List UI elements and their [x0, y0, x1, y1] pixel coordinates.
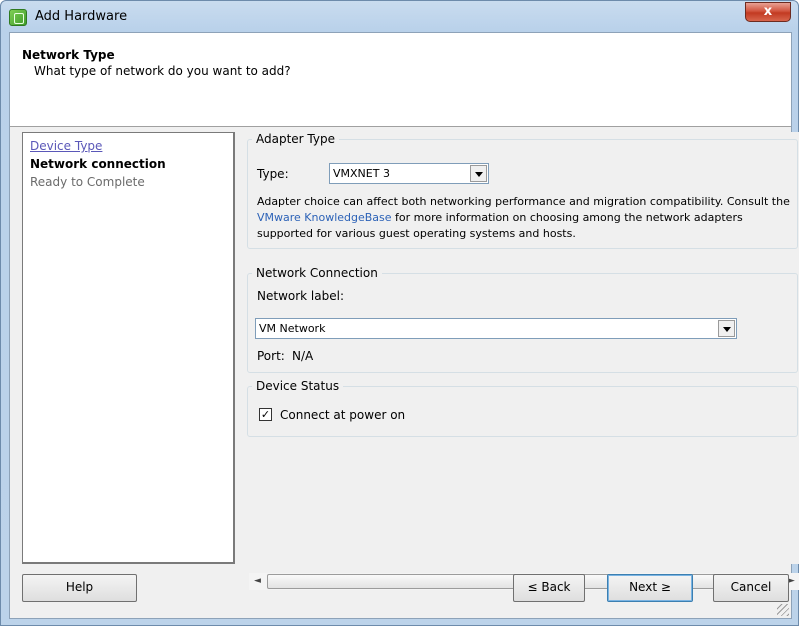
knowledgebase-link[interactable]: VMware KnowledgeBase [257, 211, 392, 224]
close-button[interactable]: x [745, 2, 791, 22]
wizard-steps-panel: Device Type Network connection Ready to … [22, 132, 235, 564]
network-label-caption: Network label: [257, 289, 344, 303]
port-value: N/A [292, 349, 314, 363]
title-bar[interactable]: Add Hardware x [1, 1, 798, 33]
adapter-description-text: Adapter choice can affect both networkin… [257, 195, 790, 208]
network-connection-group: Network Connection Network label: VM Net… [247, 266, 798, 373]
wizard-content: Adapter Type Type: VMXNET 3 Adapter choi… [241, 132, 799, 590]
chevron-down-icon[interactable] [718, 320, 735, 337]
adapter-type-group: Adapter Type Type: VMXNET 3 Adapter choi… [247, 132, 798, 249]
device-status-legend: Device Status [256, 379, 340, 393]
network-connection-legend: Network Connection [256, 266, 378, 280]
connect-at-power-on-checkbox[interactable]: ✓ [259, 408, 272, 421]
network-label-select[interactable]: VM Network [255, 318, 737, 339]
step-device-type[interactable]: Device Type [30, 139, 102, 153]
port-label: Port: [257, 349, 285, 363]
adapter-type-select[interactable]: VMXNET 3 [329, 163, 489, 184]
help-button[interactable]: Help [22, 574, 137, 602]
connect-at-power-on-label[interactable]: Connect at power on [280, 408, 405, 422]
wizard-header: Network Type What type of network do you… [10, 33, 791, 127]
resize-grip-icon[interactable] [777, 604, 789, 616]
back-button[interactable]: ≤ Back [513, 574, 585, 602]
page-subtitle: What type of network do you want to add? [34, 64, 291, 78]
step-ready-to-complete: Ready to Complete [30, 175, 145, 189]
scroll-left-icon[interactable]: ◄ [249, 573, 266, 590]
adapter-description: Adapter choice can affect both networkin… [257, 194, 797, 242]
device-status-group: Device Status ✓ Connect at power on [247, 379, 798, 437]
adapter-type-legend: Adapter Type [256, 132, 335, 146]
network-label-value: VM Network [259, 322, 326, 335]
step-network-connection: Network connection [30, 157, 166, 171]
type-label: Type: [257, 167, 289, 181]
add-hardware-window: Add Hardware x Network Type What type of… [0, 0, 799, 626]
chevron-down-icon[interactable] [470, 165, 487, 182]
window-title: Add Hardware [35, 9, 128, 24]
page-title: Network Type [22, 48, 115, 62]
cancel-button[interactable]: Cancel [713, 574, 789, 602]
next-button[interactable]: Next ≥ [607, 574, 693, 602]
adapter-type-value: VMXNET 3 [333, 167, 390, 180]
dialog-client-area: Network Type What type of network do you… [9, 32, 799, 619]
vsphere-app-icon [9, 9, 27, 26]
